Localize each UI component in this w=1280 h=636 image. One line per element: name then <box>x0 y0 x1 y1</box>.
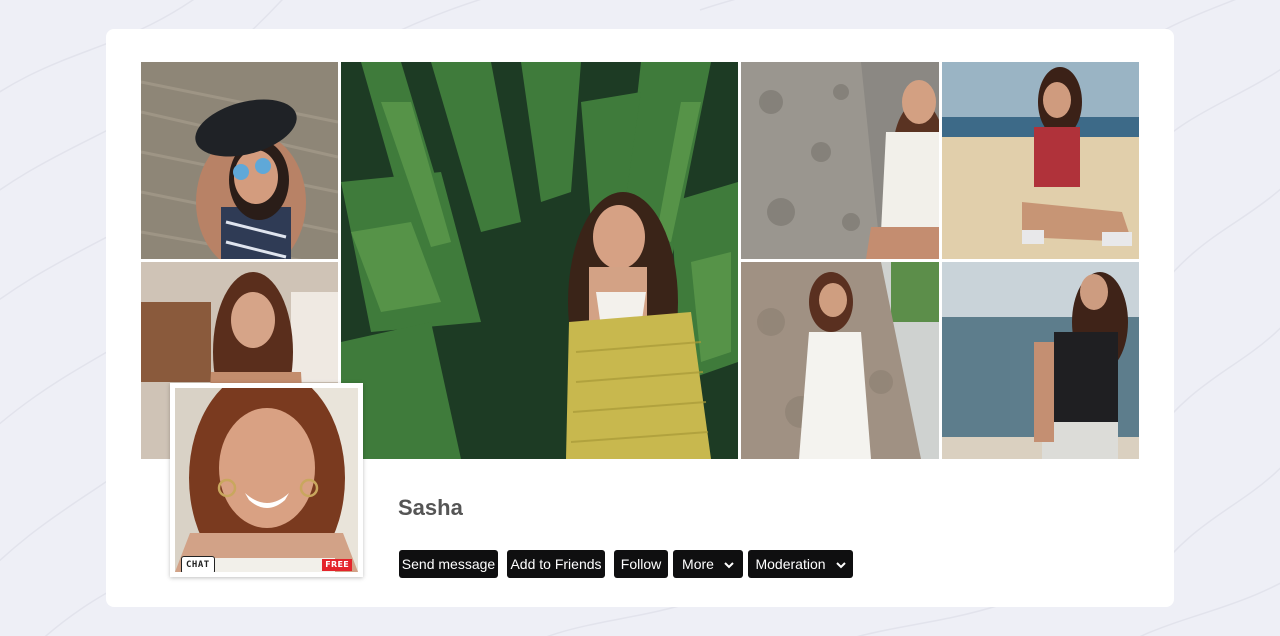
more-label: More <box>682 556 714 572</box>
chevron-down-icon <box>835 562 846 569</box>
gallery-photo-3[interactable] <box>741 62 939 259</box>
free-badge: FREE <box>322 559 352 571</box>
more-dropdown-button[interactable]: More <box>673 550 743 578</box>
moderation-label: Moderation <box>755 556 826 572</box>
profile-name: Sasha <box>398 495 463 520</box>
chevron-down-icon <box>724 562 734 569</box>
avatar-photo: CHAT FREE <box>175 388 358 572</box>
send-message-label: Send message <box>401 556 496 572</box>
send-message-button[interactable]: Send message <box>399 550 498 578</box>
gallery-photo-7[interactable] <box>942 262 1139 459</box>
gallery-photo-4[interactable] <box>942 62 1139 259</box>
chat-badge: CHAT <box>181 556 215 572</box>
add-to-friends-label: Add to Friends <box>510 556 602 572</box>
moderation-dropdown-button[interactable]: Moderation <box>748 550 853 578</box>
profile-avatar[interactable]: CHAT FREE <box>170 383 363 577</box>
add-to-friends-button[interactable]: Add to Friends <box>507 550 605 578</box>
follow-button[interactable]: Follow <box>614 550 668 578</box>
follow-label: Follow <box>620 556 662 572</box>
gallery-photo-6[interactable] <box>741 262 939 459</box>
gallery-photo-1[interactable] <box>141 62 338 259</box>
gallery-photo-2[interactable] <box>341 62 738 459</box>
